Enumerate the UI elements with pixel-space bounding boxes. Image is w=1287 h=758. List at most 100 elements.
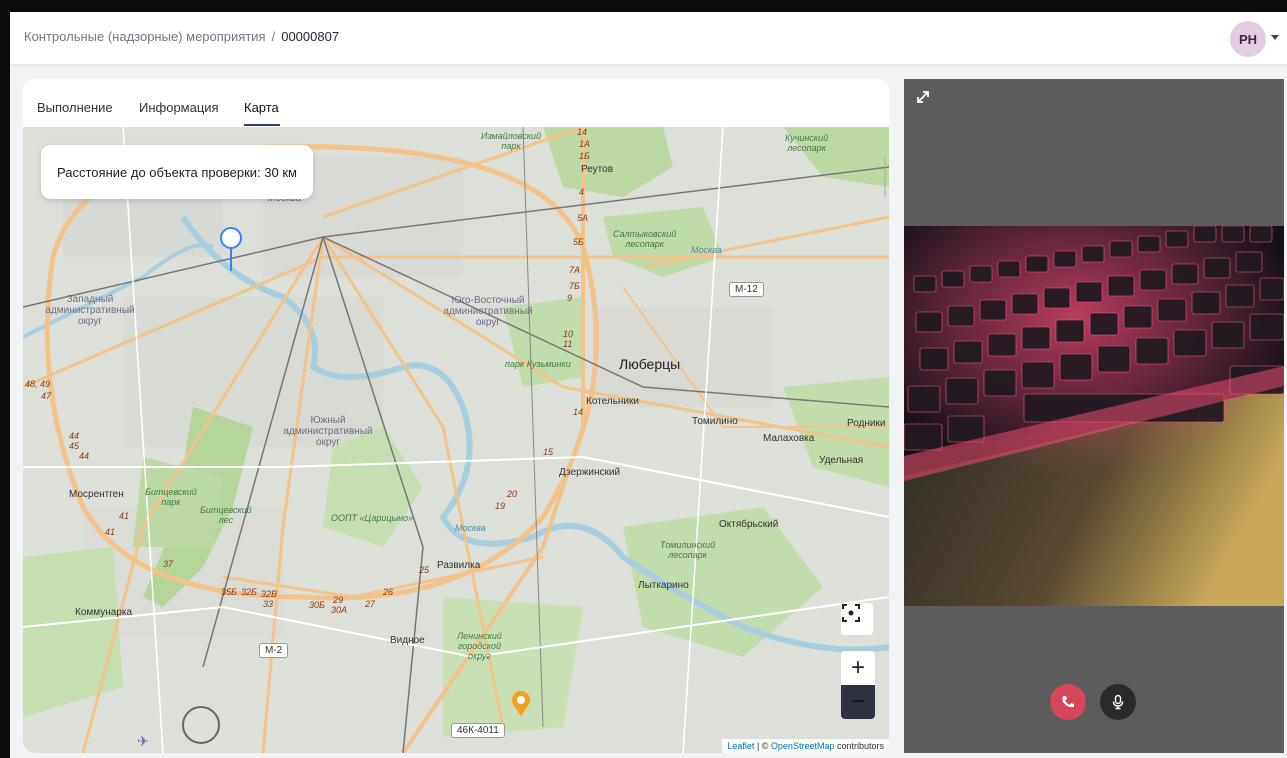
km-marker: 11 bbox=[563, 339, 573, 349]
km-marker: 1Б bbox=[579, 151, 590, 161]
km-marker: 29 bbox=[333, 595, 344, 605]
breadcrumb: Контрольные (надзорные) мероприятия / 0000… bbox=[24, 29, 339, 44]
map-label-kuzminki: парк Кузьминки bbox=[505, 359, 571, 369]
map-label-saltykovsky: Салтыковский лесопарк bbox=[613, 229, 677, 249]
map-label-izmailovsky: Измайловский парк bbox=[481, 131, 542, 151]
osm-link[interactable]: OpenStreetMap bbox=[771, 741, 835, 751]
map-label-kommunarka: Коммунарка bbox=[75, 607, 133, 618]
airport-icon: ✈ bbox=[137, 733, 149, 749]
map-label-lyubertsy: Люберцы bbox=[619, 356, 681, 372]
km-marker: 48, 49 bbox=[25, 379, 51, 389]
tab-map[interactable]: Карта bbox=[244, 100, 279, 115]
km-marker: 41 bbox=[105, 527, 116, 537]
breadcrumb-separator: / bbox=[271, 29, 276, 44]
map-tiles bbox=[23, 127, 889, 753]
end-call-button[interactable] bbox=[1050, 684, 1086, 720]
map-label-reutov: Реутов bbox=[581, 164, 614, 175]
active-tab-indicator bbox=[244, 124, 280, 126]
km-marker: 26 bbox=[383, 587, 394, 597]
km-marker: 5Б bbox=[573, 237, 584, 247]
road-shield-m12: М-12 bbox=[729, 282, 764, 297]
map-label-river-moskva-2: Москва bbox=[455, 523, 486, 533]
tab-bar: Выполнение Информация Карта bbox=[23, 79, 889, 127]
km-marker: 7А bbox=[569, 265, 581, 275]
map-label-udelnaya: Удельная bbox=[819, 455, 864, 466]
breadcrumb-current: 00000807 bbox=[281, 29, 340, 44]
tab-information[interactable]: Информация bbox=[139, 100, 219, 115]
road-shield-46k: 46К-4011 bbox=[451, 723, 505, 738]
km-marker: 37 bbox=[163, 559, 174, 569]
km-marker: 30Б bbox=[309, 600, 325, 610]
map-label-bitsevsky-les: Битцевский лес bbox=[200, 505, 252, 525]
microphone-icon bbox=[1112, 694, 1124, 710]
map-label-tomilino: Томилино bbox=[692, 416, 738, 427]
km-marker: 1А bbox=[579, 139, 591, 149]
camera-feed-image bbox=[904, 226, 1284, 606]
km-marker: 35Б bbox=[221, 587, 237, 597]
phone-icon bbox=[1062, 696, 1074, 708]
attribution-separator: | © bbox=[754, 741, 771, 751]
location-pin-icon[interactable] bbox=[216, 225, 246, 273]
map-label-tomilinsky: Томилинский лесопарк bbox=[660, 540, 716, 560]
km-marker: 44 bbox=[79, 451, 90, 461]
km-marker: 44 bbox=[69, 431, 80, 441]
map-label-yuao: Южный административный округ bbox=[283, 415, 373, 448]
distance-text: Расстояние до объекта проверки: 30 км bbox=[57, 164, 297, 180]
zoom-in-button[interactable]: + bbox=[841, 651, 875, 685]
inspection-card: Выполнение Информация Карта Реутов Любер… bbox=[23, 79, 889, 753]
map-label-zao: Западный административный округ bbox=[45, 294, 135, 327]
camera-feed bbox=[904, 226, 1284, 606]
km-marker: 14 bbox=[577, 127, 588, 137]
map-view[interactable]: Реутов Люберцы Котельники Томилино Малах… bbox=[23, 127, 889, 753]
km-marker: 20 bbox=[507, 489, 518, 499]
km-marker: 45 bbox=[69, 441, 80, 451]
km-marker: 27 bbox=[365, 599, 376, 609]
km-marker: 32Б bbox=[241, 587, 257, 597]
app-window: Контрольные (надзорные) мероприятия / 0000… bbox=[10, 12, 1287, 758]
map-label-uvao: Юго-Восточный административный округ bbox=[443, 295, 533, 328]
chevron-down-icon[interactable] bbox=[1271, 35, 1279, 40]
km-marker: 41 bbox=[119, 511, 130, 521]
map-label-dzerzhinsky: Дзержинский bbox=[559, 467, 621, 478]
km-marker: 9 bbox=[567, 293, 573, 303]
distance-popup: Расстояние до объекта проверки: 30 км bbox=[41, 145, 313, 199]
km-marker: 4 bbox=[579, 187, 585, 197]
video-call-panel bbox=[904, 79, 1284, 753]
map-label-razvilka: Развилка bbox=[437, 560, 481, 571]
breadcrumb-parent[interactable]: Контрольные (надзорные) мероприятия bbox=[24, 29, 266, 44]
map-label-kotelniki: Котельники bbox=[586, 396, 639, 407]
leaflet-link[interactable]: Leaflet bbox=[727, 741, 754, 751]
map-label-oktyabrsky: Октябрьский bbox=[719, 519, 779, 530]
km-marker: 25 bbox=[419, 565, 430, 575]
focus-frame-icon bbox=[842, 604, 860, 622]
map-label-lytkarino: Лыткарино bbox=[638, 580, 689, 591]
km-marker: 14 bbox=[573, 407, 584, 417]
km-marker: 15 bbox=[543, 447, 554, 457]
map-label-rodniki: Родники bbox=[847, 418, 886, 429]
zoom-out-button[interactable]: − bbox=[841, 685, 875, 719]
poi-marker-icon[interactable] bbox=[511, 691, 531, 717]
map-label-bitsevsky-park: Битцевский парк bbox=[145, 487, 197, 507]
map-label-vidnoe: Видное bbox=[390, 635, 425, 646]
km-marker: 33 bbox=[263, 599, 274, 609]
map-label-leninsky: Ленинский городской округ bbox=[457, 631, 502, 661]
map-label-malakhovka: Малаховка bbox=[763, 433, 815, 444]
attribution-suffix: contributors bbox=[834, 741, 884, 751]
map-attribution: Leaflet | © OpenStreetMap contributors bbox=[722, 739, 889, 753]
km-marker: 47 bbox=[41, 391, 52, 401]
km-marker: 7Б bbox=[569, 281, 580, 291]
km-marker: 32В bbox=[261, 589, 278, 599]
user-avatar[interactable]: РН bbox=[1230, 21, 1266, 57]
locate-button[interactable] bbox=[841, 603, 873, 635]
km-marker: 19 bbox=[495, 501, 506, 511]
km-marker: 5А bbox=[577, 213, 589, 223]
map-label-mosrentgen: Мосрентген bbox=[69, 489, 124, 500]
microphone-button[interactable] bbox=[1100, 684, 1136, 720]
km-marker: 10 bbox=[563, 329, 574, 339]
top-header: Контрольные (надзорные) мероприятия / 0000… bbox=[10, 12, 1287, 64]
map-label-tsaritsyno: ООПТ «Царицыно» bbox=[331, 513, 414, 523]
tab-execution[interactable]: Выполнение bbox=[37, 100, 113, 115]
expand-icon[interactable] bbox=[914, 88, 932, 106]
map-label-river-moskva-1: Москва bbox=[691, 245, 722, 255]
road-shield-m2: М-2 bbox=[259, 643, 289, 658]
